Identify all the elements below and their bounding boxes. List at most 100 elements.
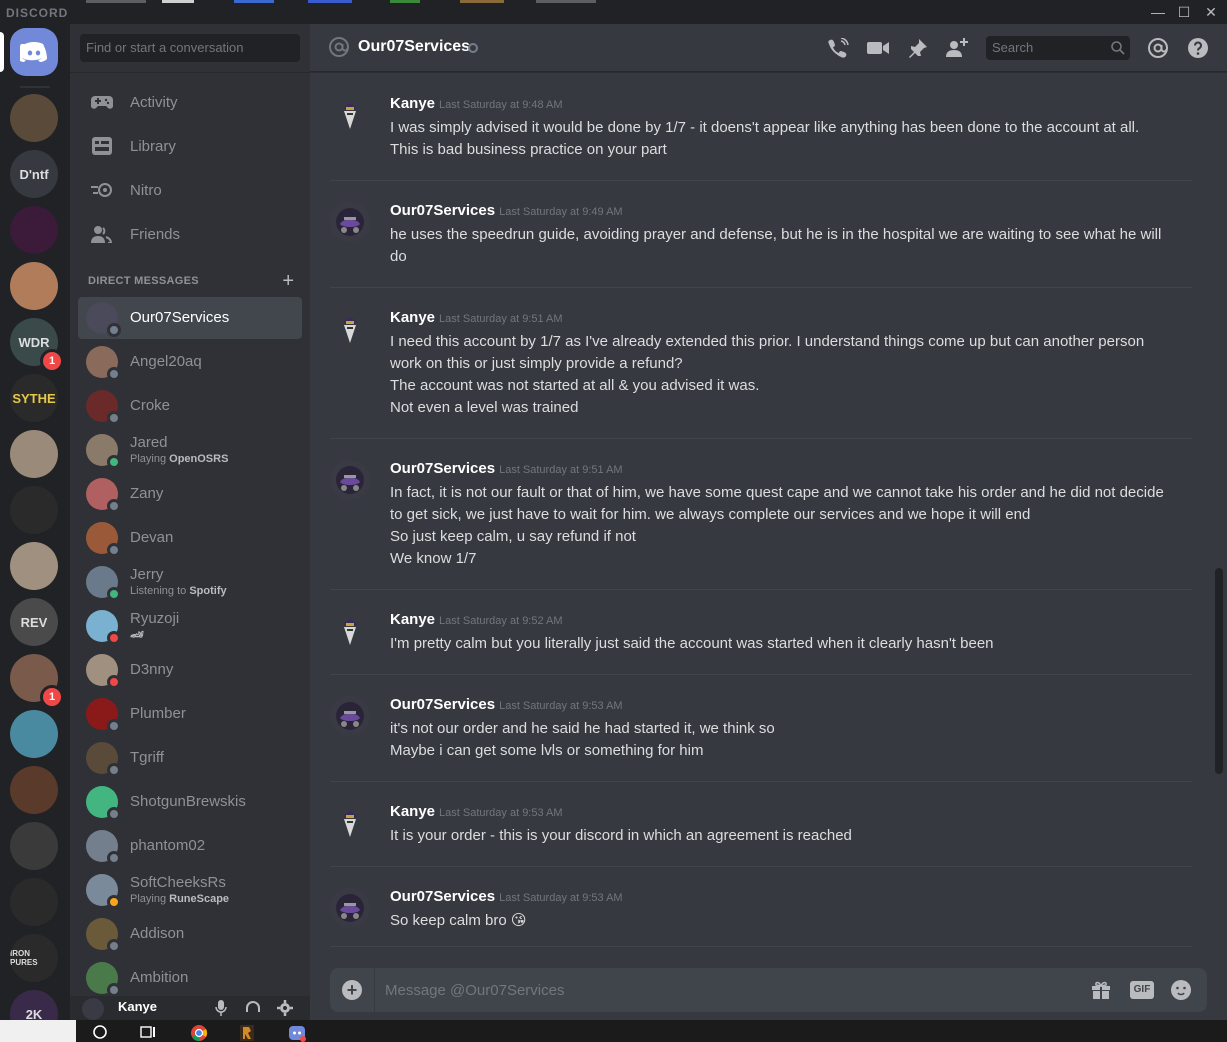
create-dm-button[interactable]: + (282, 271, 294, 291)
server-label: SYTHE (12, 390, 56, 406)
status-offline-icon (107, 543, 121, 557)
message-author[interactable]: Kanye (390, 95, 435, 112)
microphone-icon[interactable] (212, 1000, 230, 1018)
minimize-button[interactable]: — (1146, 2, 1170, 22)
activity-name: RuneScape (169, 893, 230, 905)
start-video-call-icon[interactable] (866, 36, 890, 60)
message-author[interactable]: Kanye (390, 309, 435, 326)
user-avatar[interactable] (82, 998, 104, 1020)
close-button[interactable]: ✕ (1199, 2, 1223, 22)
message-avatar[interactable] (330, 611, 370, 651)
server-icon[interactable] (10, 766, 58, 814)
message-avatar[interactable] (330, 460, 370, 500)
server-icon[interactable] (10, 206, 58, 254)
message-input[interactable] (385, 968, 1075, 1012)
avatar (86, 698, 121, 733)
find-conversation-input[interactable]: Find or start a conversation (80, 34, 300, 62)
taskbar-thumb (308, 0, 352, 3)
dm-item[interactable]: Angel20aq (78, 341, 302, 383)
scrollbar-track[interactable] (1215, 73, 1223, 965)
help-icon[interactable] (1186, 36, 1210, 60)
task-view-icon[interactable] (140, 1024, 158, 1042)
message-avatar[interactable] (330, 696, 370, 736)
gift-icon[interactable] (1090, 979, 1112, 1001)
settings-gear-icon[interactable] (276, 1000, 294, 1018)
server-icon[interactable] (10, 542, 58, 590)
message-author[interactable]: Our07Services (390, 696, 495, 713)
avatar (86, 610, 121, 645)
nav-nitro[interactable]: Nitro (78, 169, 302, 211)
chrome-icon[interactable] (190, 1024, 208, 1042)
message-avatar[interactable] (330, 202, 370, 242)
server-icon[interactable] (10, 262, 58, 310)
start-voice-call-icon[interactable] (826, 36, 850, 60)
dm-item[interactable]: Devan (78, 517, 302, 559)
message-author[interactable]: Our07Services (390, 460, 495, 477)
maximize-button[interactable]: ☐ (1172, 2, 1196, 22)
dm-item[interactable]: Jerry Listening to Spotify (78, 561, 302, 603)
mentions-icon[interactable] (1146, 36, 1170, 60)
dm-item[interactable]: Ambition (78, 957, 302, 999)
taskbar-thumb (86, 0, 146, 3)
home-button[interactable] (10, 28, 58, 76)
nav-friends[interactable]: Friends (78, 213, 302, 255)
headphones-icon[interactable] (244, 1000, 262, 1018)
server-icon[interactable] (10, 94, 58, 142)
dm-item[interactable]: ShotgunBrewskis (78, 781, 302, 823)
server-icon[interactable]: IRON PURES (10, 934, 58, 982)
message-line: I'm pretty calm but you literally just s… (390, 635, 994, 652)
add-friends-to-dm-icon[interactable] (946, 36, 970, 60)
runelite-icon[interactable] (238, 1024, 256, 1042)
server-icon[interactable]: REV (10, 598, 58, 646)
message[interactable]: Kanye Last Saturday at 9:48 AM I was simpl… (330, 95, 1192, 176)
message-avatar[interactable] (330, 803, 370, 843)
dm-item[interactable]: Tgriff (78, 737, 302, 779)
message[interactable]: Our07Services Last Saturday at 9:53 AM So … (330, 888, 1192, 942)
server-icon[interactable] (10, 430, 58, 478)
server-icon[interactable] (10, 486, 58, 534)
dm-item[interactable]: Addison (78, 913, 302, 955)
message-author[interactable]: Kanye (390, 611, 435, 628)
message-avatar[interactable] (330, 888, 370, 928)
pinned-messages-icon[interactable] (906, 36, 930, 60)
nav-activity[interactable]: Activity (78, 81, 302, 123)
message[interactable]: Kanye Last Saturday at 9:53 AM It is your … (330, 803, 1192, 862)
dm-item[interactable]: phantom02 (78, 825, 302, 867)
search-icon[interactable] (92, 1024, 110, 1042)
activity-prefix: Playing (130, 893, 170, 905)
message-author[interactable]: Our07Services (390, 202, 495, 219)
dm-item[interactable]: Our07Services (78, 297, 302, 339)
dm-item[interactable]: Croke (78, 385, 302, 427)
server-icon[interactable]: 2K (10, 990, 58, 1020)
message-avatar[interactable] (330, 309, 370, 349)
dm-item[interactable]: Plumber (78, 693, 302, 735)
discord-taskbar-icon[interactable] (288, 1024, 306, 1042)
emoji-picker-icon[interactable] (1170, 979, 1192, 1001)
message-content: it's not our order and he said he had st… (390, 718, 1170, 762)
message[interactable]: Our07Services Last Saturday at 9:53 AM it'… (330, 696, 1192, 777)
message-avatar[interactable] (330, 95, 370, 135)
server-icon[interactable]: D'ntf (10, 150, 58, 198)
dm-item[interactable]: Zany (78, 473, 302, 515)
nav-label: Library (130, 137, 176, 155)
dm-item[interactable]: SoftCheeksRs Playing RuneScape (78, 869, 302, 911)
server-icon[interactable] (10, 710, 58, 758)
message[interactable]: Kanye Last Saturday at 9:52 AM I'm pretty … (330, 611, 1192, 670)
message-author[interactable]: Kanye (390, 803, 435, 820)
dm-item[interactable]: D3nny (78, 649, 302, 691)
message-author[interactable]: Our07Services (390, 888, 495, 905)
dm-item[interactable]: Jared Playing OpenOSRS (78, 429, 302, 471)
dm-item[interactable]: Ryuzoji 🏎 (78, 605, 302, 647)
message[interactable]: Kanye Last Saturday at 9:51 AM I need this… (330, 309, 1192, 434)
status-offline-icon (107, 939, 121, 953)
message-divider (330, 589, 1192, 590)
server-icon[interactable] (10, 822, 58, 870)
message[interactable]: Our07Services Last Saturday at 9:49 AM he … (330, 202, 1192, 283)
message[interactable]: Our07Services Last Saturday at 9:51 AM In … (330, 460, 1192, 585)
nav-library[interactable]: Library (78, 125, 302, 167)
scrollbar-thumb[interactable] (1215, 568, 1223, 774)
upload-plus-button[interactable]: + (342, 980, 362, 1000)
server-icon[interactable]: SYTHE (10, 374, 58, 422)
server-icon[interactable] (10, 878, 58, 926)
gif-button[interactable]: GIF (1129, 979, 1155, 1001)
